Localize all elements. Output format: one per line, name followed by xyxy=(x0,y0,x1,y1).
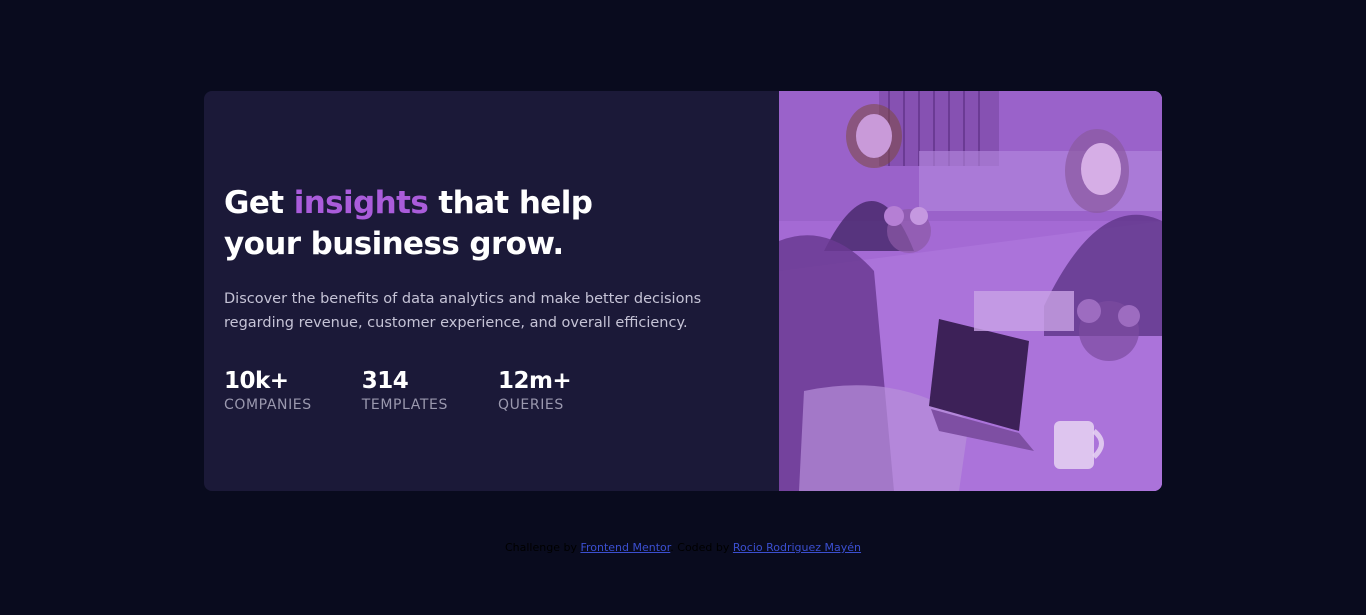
headline-accent: insights xyxy=(293,185,429,221)
stat-value: 314 xyxy=(361,368,409,394)
stat-companies: 10k+ COMPANIES xyxy=(224,368,312,416)
office-photo-illustration xyxy=(779,91,1162,491)
stat-label: TEMPLATES xyxy=(361,397,448,413)
attribution-middle: . Coded by xyxy=(670,541,733,554)
box xyxy=(974,291,1074,331)
attribution-footer: Challenge by Frontend Mentor. Coded by R… xyxy=(0,541,1366,555)
woman-left-face xyxy=(856,114,892,158)
stat-value: 10k+ xyxy=(224,368,289,394)
attribution-prefix: Challenge by xyxy=(504,541,581,554)
stat-templates: 314 TEMPLATES xyxy=(362,368,448,416)
author-link[interactable]: Rocio Rodriguez Mayén xyxy=(733,541,861,554)
headline: Get insights that help your business gro… xyxy=(224,183,664,265)
stats-preview-card: Get insights that help your business gro… xyxy=(204,91,1162,491)
description: Discover the benefits of data analytics … xyxy=(224,291,702,331)
office-team-photo xyxy=(779,91,1162,491)
stat-label: QUERIES xyxy=(497,397,564,413)
frontend-mentor-link[interactable]: Frontend Mentor xyxy=(580,541,670,554)
card-text-panel: Get insights that help your business gro… xyxy=(204,91,779,491)
stat-value: 12m+ xyxy=(497,368,572,394)
stat-queries: 12m+ QUERIES xyxy=(497,368,572,416)
stat-label: COMPANIES xyxy=(224,397,312,413)
woman-right-face xyxy=(1081,143,1121,195)
stats-row: 10k+ COMPANIES 314 TEMPLATES 12m+ QUERIE… xyxy=(224,368,779,416)
coffee-mug xyxy=(1054,421,1094,469)
headline-start: Get xyxy=(224,185,294,221)
